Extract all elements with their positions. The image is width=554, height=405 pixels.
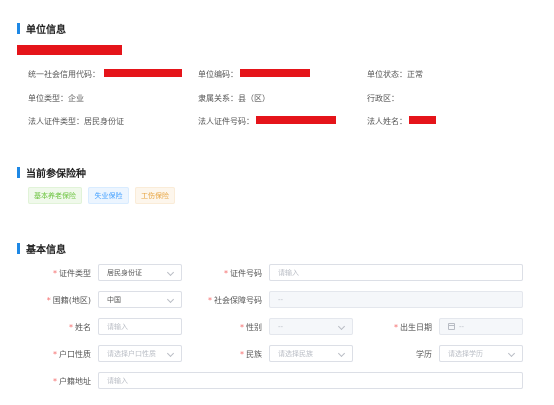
education-label: 学历 [416, 350, 432, 359]
unit-status-value: 正常 [407, 70, 423, 79]
address-input[interactable]: 请输入 [98, 372, 523, 389]
calendar-icon [448, 323, 455, 330]
affiliation-value: 县（区） [238, 94, 270, 103]
name-label: * 姓名 [69, 323, 91, 332]
unit-status-label: 单位状态： [367, 70, 407, 79]
education-select[interactable]: 请选择学历 [439, 345, 523, 362]
gender-select: -- [269, 318, 353, 335]
section-accent-bar [17, 23, 20, 34]
birth-label: * 出生日期 [394, 323, 432, 332]
section-insurance: 当前参保险种 [17, 167, 86, 180]
section-title: 基本信息 [26, 245, 66, 256]
nationality-value: 中国 [107, 295, 121, 304]
section-accent-bar [17, 243, 20, 254]
chevron-down-icon [337, 349, 346, 358]
legal-id-no-label: 法人证件号码： [198, 117, 254, 126]
legal-id-type-value: 居民身份证 [84, 117, 124, 126]
redacted-unit-name [17, 45, 122, 55]
tag-injury-insurance: 工伤保险 [135, 187, 175, 204]
birth-value: -- [459, 322, 465, 331]
tag-unemployment-insurance: 失业保险 [88, 187, 129, 204]
unit-type-value: 企业 [68, 94, 84, 103]
redacted-legal-id-no [256, 116, 336, 124]
id-type-label: * 证件类型 [53, 269, 91, 278]
hukou-type-placeholder: 请选择户口性质 [107, 349, 156, 358]
tag-pension-insurance: 基本养老保险 [28, 187, 82, 204]
birth-date-picker: -- [439, 318, 523, 335]
legal-id-type-label: 法人证件类型： [28, 117, 84, 126]
legal-id-type: 法人证件类型：居民身份证 [28, 116, 124, 127]
address-label: * 户籍地址 [53, 377, 91, 386]
name-input[interactable]: 请输入 [98, 318, 182, 335]
id-type-value: 居民身份证 [107, 268, 142, 277]
credit-code-label: 统一社会信用代码： [28, 70, 100, 79]
id-type-select[interactable]: 居民身份证 [98, 264, 182, 281]
nationality-select[interactable]: 中国 [98, 291, 182, 308]
chevron-down-icon [507, 349, 516, 358]
nationality-label: * 国籍(地区) [46, 296, 91, 305]
education-placeholder: 请选择学历 [448, 349, 483, 358]
section-title: 单位信息 [26, 25, 66, 36]
district-label: 行政区： [367, 94, 399, 103]
ethnicity-placeholder: 请选择民族 [278, 349, 313, 358]
legal-name-label: 法人姓名： [367, 117, 407, 126]
ss-no-label: * 社会保障号码 [208, 296, 262, 305]
unit-type-label: 单位类型： [28, 94, 68, 103]
redacted-legal-name [409, 116, 436, 124]
ethnicity-label: * 民族 [240, 350, 262, 359]
chevron-down-icon [166, 268, 175, 277]
id-no-label: * 证件号码 [224, 269, 262, 278]
affiliation-label: 隶属关系： [198, 94, 238, 103]
redacted-credit-code [104, 69, 182, 77]
hukou-type-select[interactable]: 请选择户口性质 [98, 345, 182, 362]
unit-type: 单位类型：企业 [28, 93, 84, 104]
hukou-type-label: * 户口性质 [53, 350, 91, 359]
chevron-down-icon [166, 349, 175, 358]
gender-label: * 性别 [240, 323, 262, 332]
unit-status: 单位状态：正常 [367, 69, 423, 80]
id-no-input[interactable]: 请输入 [269, 264, 523, 281]
affiliation: 隶属关系：县（区） [198, 93, 270, 104]
required-mark: * [53, 269, 57, 278]
section-accent-bar [17, 167, 20, 178]
chevron-down-icon [337, 322, 346, 331]
unit-code-label: 单位编码： [198, 70, 238, 79]
chevron-down-icon [166, 295, 175, 304]
ss-no-input: -- [269, 291, 523, 308]
section-title: 当前参保险种 [26, 169, 86, 180]
section-basic-info: 基本信息 [17, 243, 66, 256]
ethnicity-select[interactable]: 请选择民族 [269, 345, 353, 362]
section-unit-info: 单位信息 [17, 23, 66, 36]
gender-value: -- [278, 322, 284, 331]
redacted-unit-code [240, 69, 310, 77]
